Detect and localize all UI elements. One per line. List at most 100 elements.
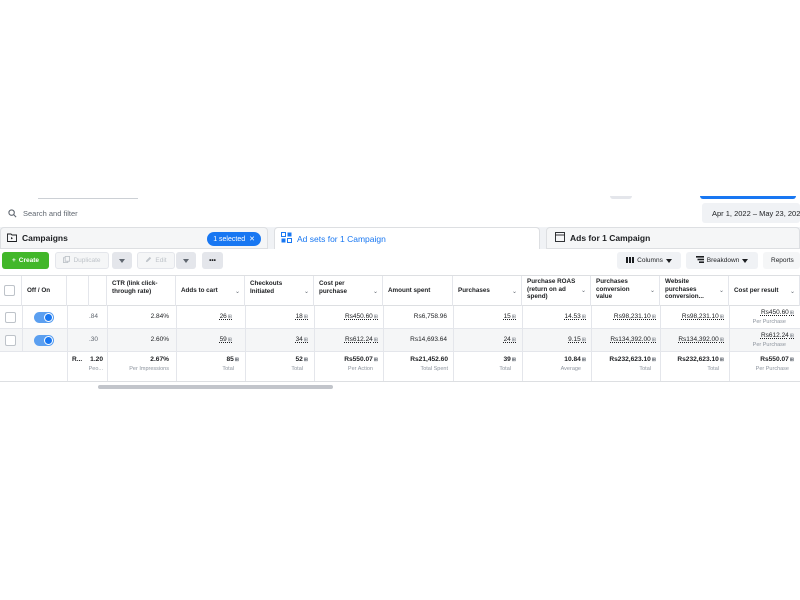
compare-icon: ⊞ — [719, 314, 724, 320]
compare-icon: ⊞ — [227, 337, 232, 343]
sort-icon[interactable]: ⌄ — [373, 288, 378, 296]
duplicate-button[interactable]: Duplicate — [55, 252, 109, 269]
cell-checkouts[interactable]: 18⊞ — [296, 313, 308, 320]
cell-adds-to-cart[interactable]: 59⊞ — [220, 336, 232, 343]
search-input[interactable]: Search and filter — [0, 203, 700, 223]
chevron-down-icon — [183, 258, 189, 263]
cell-checkouts-value: 18 — [295, 313, 303, 320]
compare-icon: ⊞ — [789, 357, 794, 363]
header-website-purchases-conversion[interactable]: Website purchases conversion... ⌄ — [660, 276, 729, 307]
tab-ads[interactable]: Ads for 1 Campaign — [546, 227, 800, 249]
total-cost-per-purchase-sub: Per Action — [347, 366, 373, 372]
header-ctr[interactable]: CTR (link click-through rate) — [107, 276, 176, 307]
sort-icon[interactable]: ⌄ — [790, 288, 795, 296]
header-purchases[interactable]: Purchases ⌄ — [453, 276, 522, 307]
delivery-toggle[interactable] — [34, 312, 54, 323]
pencil-icon — [145, 256, 152, 265]
cell-cost-per-result[interactable]: Rs612.24⊞ — [761, 332, 794, 339]
account-selector-remnant — [38, 196, 138, 199]
columns-button[interactable]: Columns — [617, 252, 681, 269]
header-off-on-label: Off / On — [27, 287, 51, 294]
table-row[interactable]: .84 2.84% 26⊞ 18⊞ Rs450.60⊞ Rs6,758.96 1… — [0, 306, 800, 329]
compare-icon: ⊞ — [651, 337, 656, 343]
compare-icon: ⊞ — [719, 337, 724, 343]
clear-selection-icon[interactable]: ✕ — [249, 235, 255, 243]
header-checkouts-label: Checkouts Initiated — [250, 280, 283, 295]
cell-conv-value[interactable]: Rs98,231.10⊞ — [614, 313, 656, 320]
total-adds-to-cart: 85⊞ — [226, 356, 239, 363]
cell-purchases[interactable]: 24⊞ — [504, 336, 516, 343]
toolbar-button-remnant — [610, 196, 632, 199]
total-roas-value: 10.84 — [564, 356, 581, 363]
primary-button-remnant — [700, 196, 796, 199]
header-purchases-conversion-value[interactable]: Purchases conversion value ⌄ — [591, 276, 660, 307]
toggle-knob — [44, 336, 53, 345]
cell-website-conv[interactable]: Rs98,231.10⊞ — [682, 313, 724, 320]
tab-adsets[interactable]: Ad sets for 1 Campaign — [274, 227, 540, 249]
sort-icon[interactable]: ⌄ — [650, 288, 655, 296]
header-purchase-roas-label: Purchase ROAS (return on ad spend) — [527, 278, 576, 300]
cell-roas[interactable]: 14.53⊞ — [565, 313, 586, 320]
cell-conv-value[interactable]: Rs134,392.00⊞ — [610, 336, 656, 343]
sort-icon[interactable]: ⌄ — [235, 288, 240, 296]
cell-ctr: 2.84% — [150, 313, 169, 320]
total-purchases: 39⊞ — [503, 356, 516, 363]
cell-website-conv[interactable]: Rs134,392.00⊞ — [678, 336, 724, 343]
header-partial-column[interactable] — [67, 276, 89, 307]
header-ctr-label: CTR (link click-through rate) — [112, 280, 158, 295]
total-checkouts-sub: Total — [291, 366, 303, 372]
cell-checkouts[interactable]: 34⊞ — [296, 336, 308, 343]
header-cost-per-purchase[interactable]: Cost per purchase ⌄ — [314, 276, 383, 307]
total-conv-value-value: Rs232,623.10 — [609, 356, 651, 363]
more-options-button[interactable]: ••• — [202, 252, 223, 269]
breakdown-button[interactable]: Breakdown — [686, 252, 758, 269]
reports-button[interactable]: Reports — [763, 252, 800, 269]
compare-icon: ⊞ — [581, 337, 586, 343]
sort-icon[interactable]: ⌄ — [719, 288, 724, 296]
edit-button[interactable]: Edit — [137, 252, 175, 269]
duplicate-dropdown-button[interactable] — [112, 252, 132, 269]
breakdown-label: Breakdown — [706, 257, 740, 264]
columns-icon — [626, 256, 635, 265]
cell-cost-per-result[interactable]: Rs450.60⊞ — [761, 309, 794, 316]
table-row[interactable]: .30 2.60% 59⊞ 34⊞ Rs612.24⊞ Rs14,693.64 … — [0, 329, 800, 352]
cell-amount-spent: Rs14,693.64 — [410, 336, 447, 343]
cell-website-conv-value: Rs98,231.10 — [681, 313, 719, 320]
header-purchase-roas[interactable]: Purchase ROAS (return on ad spend) ⌄ — [522, 276, 591, 307]
date-range-picker[interactable]: Apr 1, 2022 – May 23, 2022 — [702, 203, 800, 223]
tab-campaigns[interactable]: Campaigns 1 selected ✕ — [0, 227, 268, 249]
tab-ads-label: Ads for 1 Campaign — [570, 233, 651, 243]
selected-pill[interactable]: 1 selected ✕ — [207, 232, 261, 246]
header-off-on[interactable]: Off / On — [22, 276, 67, 307]
create-button[interactable]: + Create — [2, 252, 49, 269]
cell-cost-per-purchase[interactable]: Rs450.60⊞ — [345, 313, 378, 320]
edit-dropdown-button[interactable] — [176, 252, 196, 269]
header-cost-per-result[interactable]: Cost per result ⌄ — [729, 276, 800, 307]
cell-roas[interactable]: 9.15⊞ — [568, 336, 586, 343]
select-all-checkbox[interactable] — [4, 285, 15, 296]
sort-icon[interactable]: ⌄ — [512, 288, 517, 296]
duplicate-icon — [63, 256, 71, 265]
cell-adds-to-cart[interactable]: 26⊞ — [220, 313, 232, 320]
cell-purchases[interactable]: 15⊞ — [504, 313, 516, 320]
chevron-down-icon — [742, 258, 749, 263]
total-cost-per-result-sub: Per Purchase — [755, 366, 789, 372]
compare-icon: ⊞ — [789, 333, 794, 339]
delivery-toggle[interactable] — [34, 335, 54, 346]
header-checkouts-initiated[interactable]: Checkouts Initiated ⌄ — [245, 276, 314, 307]
plus-icon: + — [11, 257, 16, 264]
horizontal-scrollbar[interactable] — [98, 385, 333, 389]
row-checkbox[interactable] — [5, 335, 16, 346]
compare-icon: ⊞ — [303, 337, 308, 343]
cell-cost-per-result-value: Rs612.24 — [760, 332, 789, 339]
header-adds-to-cart[interactable]: Adds to cart ⌄ — [176, 276, 245, 307]
cell-cost-per-purchase[interactable]: Rs612.24⊞ — [345, 336, 378, 343]
total-amount-spent-sub: Total Spent — [420, 366, 448, 372]
row-checkbox[interactable] — [5, 312, 16, 323]
sort-icon[interactable]: ⌄ — [304, 288, 309, 296]
sort-icon[interactable]: ⌄ — [581, 288, 586, 296]
cell-checkouts-value: 34 — [295, 336, 303, 343]
cell-amount-spent: Rs6,758.96 — [413, 313, 447, 320]
header-amount-spent[interactable]: Amount spent — [383, 276, 453, 307]
header-partial-column-2[interactable] — [89, 276, 107, 307]
